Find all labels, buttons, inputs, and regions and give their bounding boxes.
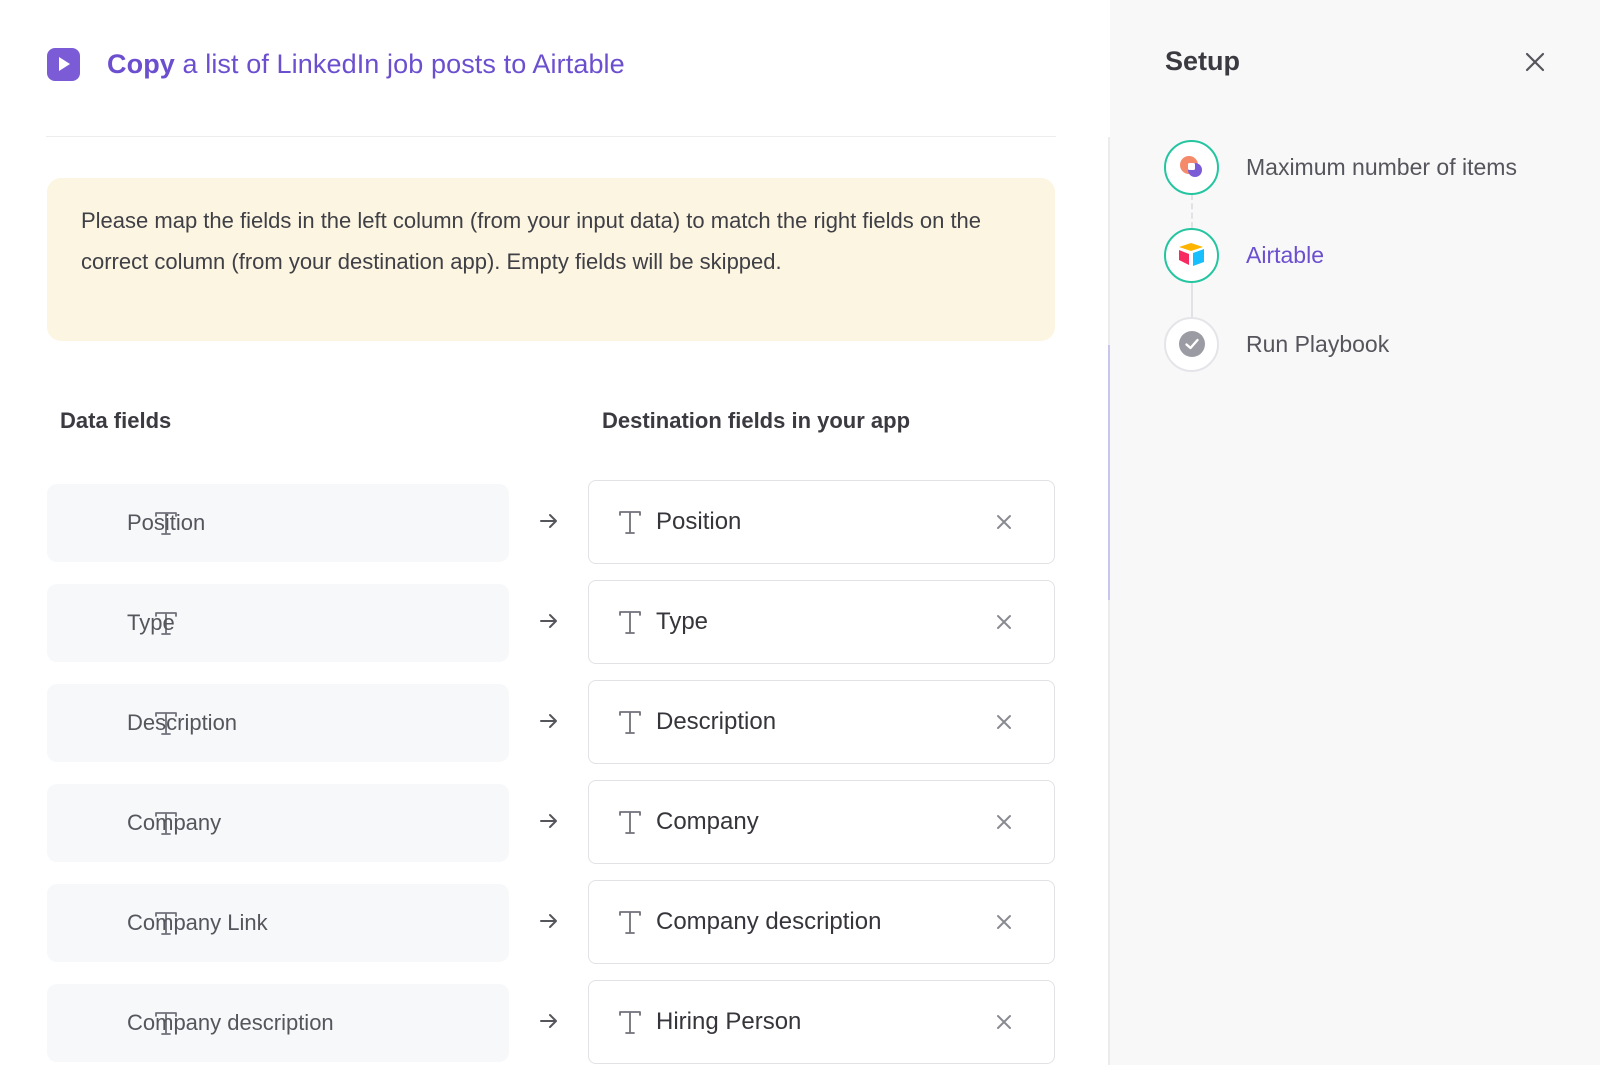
destination-fields-header: Destination fields in your app bbox=[602, 408, 911, 433]
playbook-title: Copy a list of LinkedIn job posts to Air… bbox=[107, 48, 625, 79]
source-field: Company description bbox=[47, 984, 509, 1062]
step-circle bbox=[1164, 139, 1219, 195]
text-type-icon bbox=[617, 809, 643, 835]
step-label: Maximum number of items bbox=[1246, 153, 1517, 180]
arrow-right-icon bbox=[538, 710, 560, 732]
source-field: Position bbox=[47, 484, 509, 562]
text-type-icon bbox=[617, 1009, 643, 1035]
source-field: Company bbox=[47, 784, 509, 862]
destination-field-label: Type bbox=[656, 608, 709, 635]
step-label: Airtable bbox=[1246, 241, 1324, 268]
destination-field[interactable]: Company bbox=[588, 780, 1055, 864]
clear-field-icon[interactable] bbox=[994, 712, 1014, 732]
check-icon bbox=[1178, 331, 1205, 357]
destination-field-label: Position bbox=[656, 508, 742, 535]
panel-scrollbar[interactable] bbox=[1108, 345, 1110, 600]
step-connector bbox=[1191, 194, 1193, 228]
source-field: Description bbox=[47, 684, 509, 762]
destination-field[interactable]: Hiring Person bbox=[588, 980, 1055, 1064]
text-type-icon bbox=[617, 709, 643, 735]
mapping-notice: Please map the fields in the left column… bbox=[47, 178, 1055, 341]
notice-text: Please map the fields in the left column… bbox=[81, 208, 982, 274]
source-field-label: Company description bbox=[127, 1010, 334, 1035]
header-divider bbox=[46, 136, 1056, 137]
text-type-icon bbox=[617, 509, 643, 535]
step-label: Run Playbook bbox=[1246, 330, 1390, 357]
play-icon bbox=[47, 47, 80, 81]
source-field-label: Company Link bbox=[127, 910, 268, 935]
step-circle bbox=[1164, 316, 1219, 372]
destination-field[interactable]: Description bbox=[588, 680, 1055, 764]
source-field-label: Description bbox=[127, 710, 238, 735]
destination-field[interactable]: Company description bbox=[588, 880, 1055, 964]
panel-divider bbox=[1108, 137, 1110, 1065]
step-airtable[interactable]: Airtable bbox=[1164, 227, 1324, 283]
text-type-icon bbox=[617, 609, 643, 635]
playbook-header: Copy a list of LinkedIn job posts to Air… bbox=[47, 40, 625, 88]
mapping-row: Type Type bbox=[0, 580, 1110, 664]
arrow-right-icon bbox=[538, 510, 560, 532]
clear-field-icon[interactable] bbox=[994, 912, 1014, 932]
step-connector bbox=[1191, 283, 1193, 317]
source-field: Type bbox=[47, 584, 509, 662]
mapping-row: Company Link Company description bbox=[0, 880, 1110, 964]
step-circle bbox=[1164, 227, 1219, 283]
destination-field-label: Company description bbox=[656, 908, 882, 935]
arrow-right-icon bbox=[538, 610, 560, 632]
destination-field[interactable]: Type bbox=[588, 580, 1055, 664]
items-app-icon bbox=[1179, 156, 1202, 177]
source-field-label: Company bbox=[127, 810, 222, 835]
source-field-label: Type bbox=[127, 610, 175, 635]
source-field: Company Link bbox=[47, 884, 509, 962]
data-fields-header: Data fields bbox=[60, 408, 172, 433]
source-field-label: Position bbox=[127, 510, 206, 535]
mapping-row: Position Position bbox=[0, 480, 1110, 564]
arrow-right-icon bbox=[538, 810, 560, 832]
airtable-icon bbox=[1178, 243, 1204, 266]
destination-field-label: Hiring Person bbox=[656, 1008, 802, 1035]
arrow-right-icon bbox=[538, 1010, 560, 1032]
arrow-right-icon bbox=[538, 910, 560, 932]
setup-title: Setup bbox=[1165, 46, 1241, 76]
mapping-panel: Copy a list of LinkedIn job posts to Air… bbox=[0, 0, 1110, 1065]
mapping-row: Description Description bbox=[0, 680, 1110, 764]
close-icon[interactable] bbox=[1523, 50, 1547, 74]
step-run-playbook[interactable]: Run Playbook bbox=[1164, 316, 1389, 372]
clear-field-icon[interactable] bbox=[994, 612, 1014, 632]
clear-field-icon[interactable] bbox=[994, 1012, 1014, 1032]
mapping-row: Company Company bbox=[0, 780, 1110, 864]
destination-field-label: Description bbox=[656, 708, 777, 735]
mapping-row: Company description Hiring Person bbox=[0, 980, 1110, 1064]
clear-field-icon[interactable] bbox=[994, 812, 1014, 832]
destination-field-label: Company bbox=[656, 808, 759, 835]
text-type-icon bbox=[617, 909, 643, 935]
clear-field-icon[interactable] bbox=[994, 512, 1014, 532]
destination-field[interactable]: Position bbox=[588, 480, 1055, 564]
step-max-items[interactable]: Maximum number of items bbox=[1164, 139, 1517, 195]
